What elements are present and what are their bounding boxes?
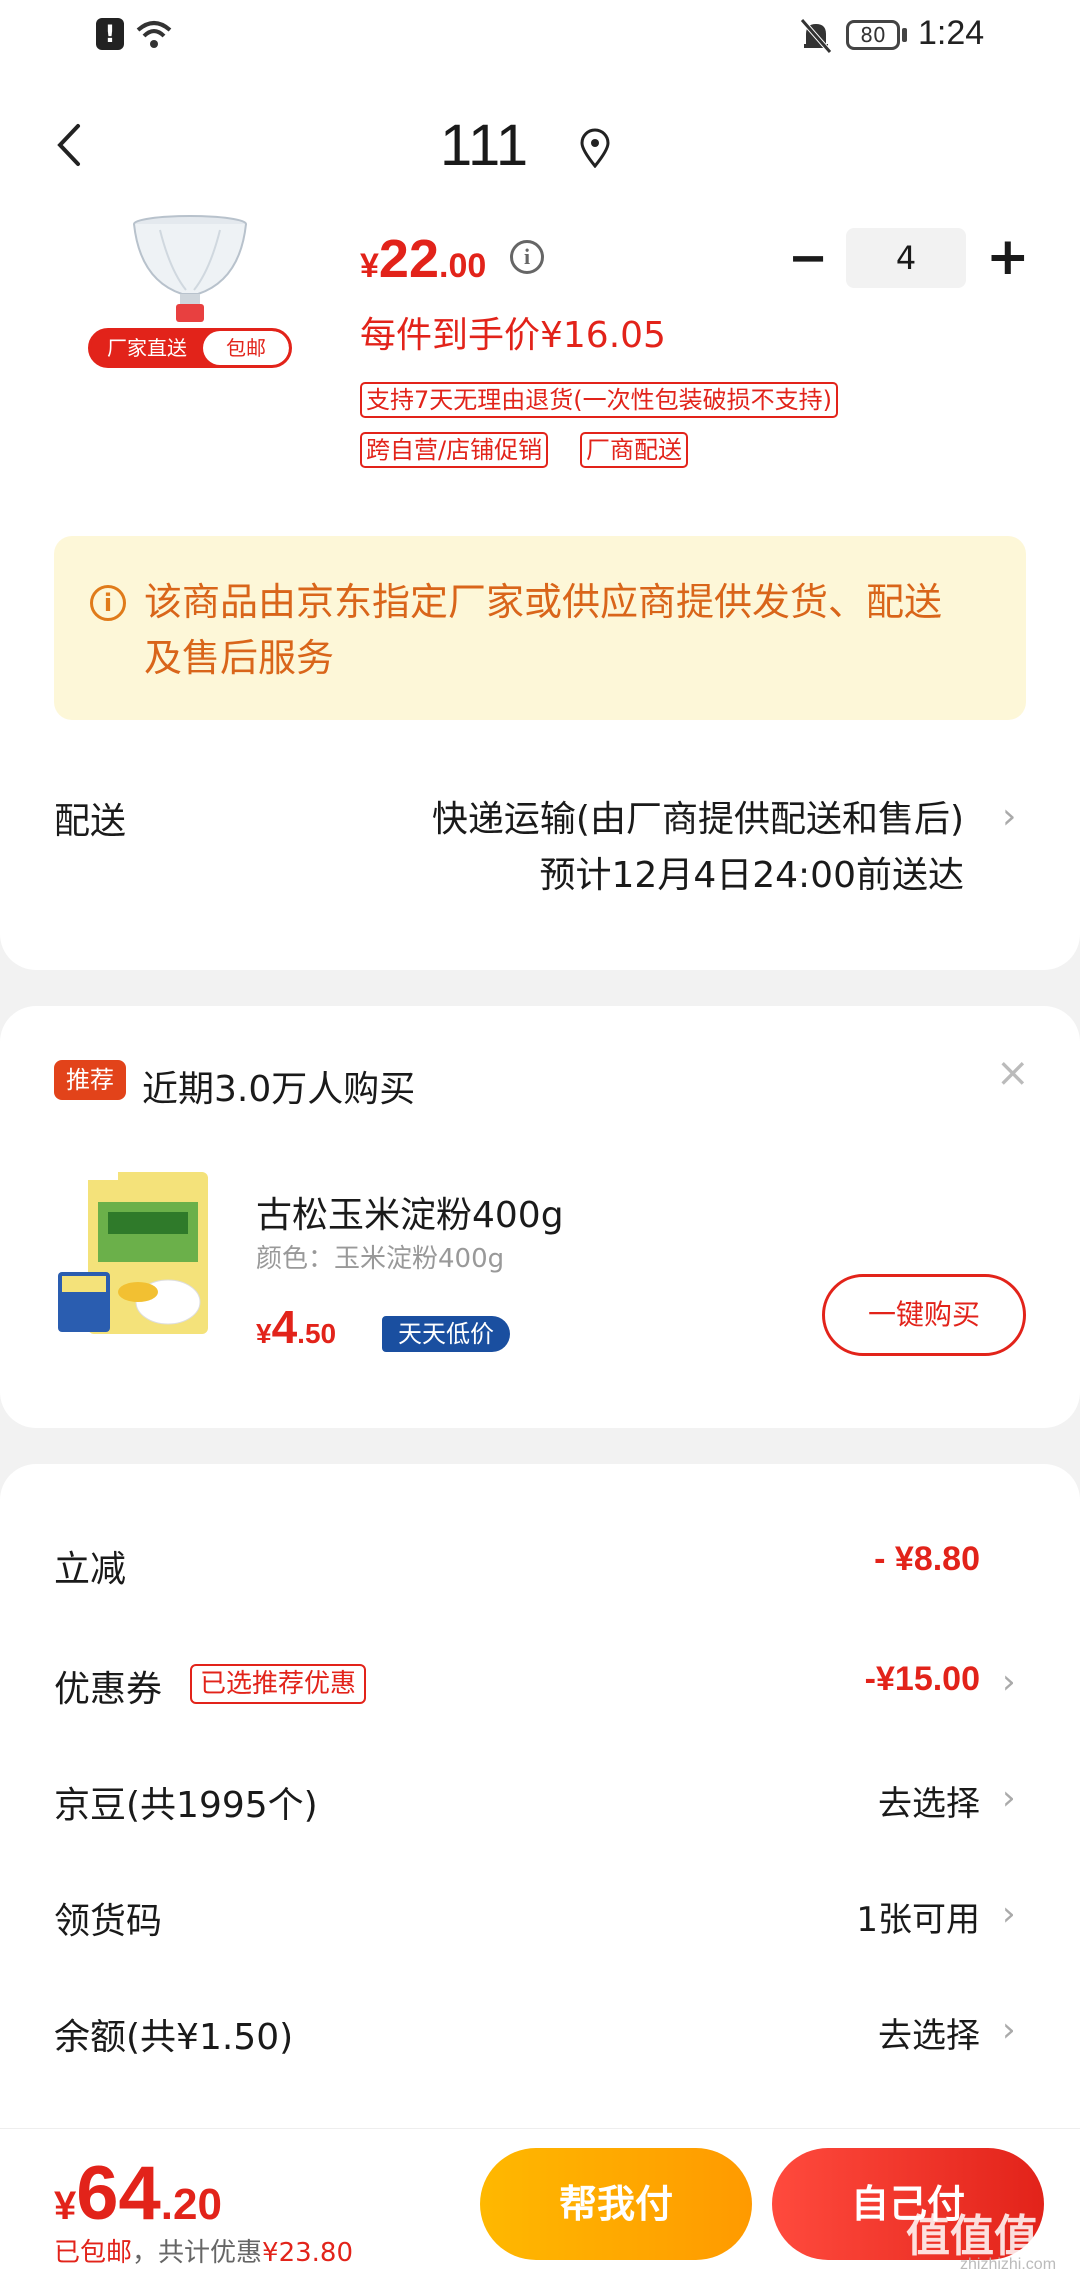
coupon-label[interactable]: 优惠券 <box>54 1660 162 1712</box>
status-time: 1:24 <box>918 14 985 52</box>
watermark-logo: 值值值 <box>906 2212 1038 2261</box>
vendor-notice-text: 该商品由京东指定厂家或供应商提供发货、配送及售后服务 <box>144 580 943 680</box>
chevron-right-icon[interactable]: › <box>1002 796 1016 837</box>
total-summary: 已包邮，共计优惠¥23.80 <box>54 2232 353 2269</box>
total-discount-amount: ¥23.80 <box>262 2238 354 2268</box>
info-icon[interactable]: i <box>510 240 544 274</box>
chevron-right-icon[interactable]: › <box>1002 1894 1016 1934</box>
price-int: 22 <box>378 229 439 289</box>
instant-discount-label: 立减 <box>54 1549 127 1590</box>
tag-free-shipping: 包邮 <box>203 331 289 365</box>
product-image[interactable] <box>120 210 260 330</box>
bell-muted-icon <box>800 18 832 54</box>
price-dec: .00 <box>439 247 487 285</box>
factory-direct-tag: 厂家直送 包邮 <box>88 328 292 368</box>
watermark-url: zhizhizhi.com <box>960 2256 1057 2273</box>
total-int: 64 <box>76 2151 161 2236</box>
address-title[interactable]: 111 <box>440 112 528 179</box>
quantity-input[interactable]: 4 <box>846 228 966 288</box>
per-item-price: 每件到手价¥16.05 <box>360 315 666 356</box>
recommend-product-color: 颜色：玉米淀粉400g <box>256 1244 505 1274</box>
alert-icon: ! <box>96 18 124 50</box>
recommend-product-image[interactable] <box>58 1162 218 1344</box>
recommend-product-name[interactable]: 古松玉米淀粉400g <box>256 1186 564 1238</box>
rec-price-dec: .50 <box>297 1318 337 1349</box>
battery-tip <box>902 28 907 42</box>
info-circle-icon: i <box>90 585 126 621</box>
chevron-right-icon[interactable]: › <box>1002 2010 1016 2050</box>
unit-price: ¥22.00 <box>360 228 486 290</box>
price-currency: ¥ <box>360 247 379 285</box>
balance-label[interactable]: 余额(共¥1.50) <box>54 2008 293 2060</box>
coupon-selected-tag: 已选推荐优惠 <box>190 1664 367 1704</box>
shipping-label: 配送 <box>54 801 127 842</box>
battery-icon: 80 <box>846 20 900 50</box>
quantity-increase-button[interactable]: + <box>986 231 1030 283</box>
return-policy-chip: 支持7天无理由退货(一次性包装破损不支持) <box>360 382 838 418</box>
recommend-price: ¥4.50 <box>256 1300 336 1354</box>
recommend-title: 近期3.0万人购买 <box>142 1069 416 1110</box>
rec-price-currency: ¥ <box>256 1318 272 1349</box>
wifi-icon <box>136 21 172 48</box>
pickup-code-value[interactable]: 1张可用 <box>680 1892 980 1941</box>
promo-chip: 跨自营/店铺促销 <box>360 432 549 468</box>
shipping-eta: 预计12月4日24:00前送达 <box>539 855 964 896</box>
recommend-badge: 推荐 <box>54 1060 126 1100</box>
chevron-right-icon[interactable]: › <box>1002 1662 1016 1702</box>
jingdou-label[interactable]: 京豆(共1995个) <box>54 1776 318 1828</box>
balance-value[interactable]: 去选择 <box>680 2008 980 2057</box>
jingdou-value[interactable]: 去选择 <box>680 1776 980 1825</box>
total-dec: .20 <box>160 2180 222 2229</box>
help-me-pay-button[interactable]: 帮我付 <box>480 2148 752 2260</box>
instant-discount-value: - ¥8.80 <box>874 1540 980 1578</box>
coupon-value[interactable]: -¥15.00 <box>680 1660 980 1699</box>
location-pin-icon[interactable] <box>578 128 612 168</box>
one-click-buy-button[interactable]: 一键购买 <box>822 1274 1026 1356</box>
tag-factory-direct: 厂家直送 <box>107 336 187 360</box>
rec-price-int: 4 <box>271 1301 298 1353</box>
chevron-right-icon[interactable]: › <box>1002 1778 1016 1818</box>
free-shipping-text: 已包邮 <box>54 2238 133 2268</box>
daily-low-price-badge: 天天低价 <box>382 1316 510 1352</box>
total-discount-label: ，共计优惠 <box>132 2238 263 2268</box>
shipping-method-text: 快递运输(由厂商提供配送和售后) <box>431 799 964 840</box>
back-arrow-icon[interactable] <box>50 120 90 170</box>
quantity-decrease-button[interactable]: − <box>788 234 828 282</box>
total-currency: ¥ <box>54 2184 77 2228</box>
shipping-method[interactable]: 快递运输(由厂商提供配送和售后) 预计12月4日24:00前送达 <box>340 792 964 904</box>
pickup-code-label[interactable]: 领货码 <box>54 1892 162 1944</box>
total-price: ¥64.20 <box>54 2150 222 2237</box>
close-icon[interactable]: × <box>996 1050 1030 1096</box>
vendor-delivery-chip: 厂商配送 <box>580 432 688 468</box>
